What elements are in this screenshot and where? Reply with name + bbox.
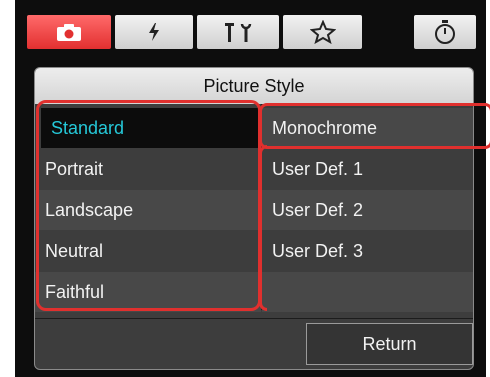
picture-style-panel: Picture Style Standard Portrait Landscap… [34, 67, 474, 370]
tools-icon [224, 21, 252, 43]
style-option-monochrome[interactable]: Monochrome [262, 108, 473, 148]
footer-divider [35, 318, 473, 319]
tab-setup[interactable] [197, 15, 279, 49]
style-option-portrait[interactable]: Portrait [35, 149, 261, 189]
style-option-standard[interactable]: Standard [41, 108, 259, 148]
style-option-user-def-3[interactable]: User Def. 3 [262, 231, 473, 271]
style-option-landscape[interactable]: Landscape [35, 190, 261, 230]
style-option-user-def-1[interactable]: User Def. 1 [262, 149, 473, 189]
panel-title: Picture Style [35, 68, 473, 104]
tab-shooting[interactable] [27, 15, 111, 49]
timer-icon [433, 19, 457, 45]
flash-icon [147, 22, 161, 42]
style-option-user-def-2[interactable]: User Def. 2 [262, 190, 473, 230]
tab-timer[interactable] [414, 15, 476, 49]
return-button[interactable]: Return [306, 323, 473, 365]
tab-my-menu[interactable] [283, 15, 362, 49]
style-option-faithful[interactable]: Faithful [35, 272, 261, 312]
star-icon [309, 20, 336, 44]
tab-flash[interactable] [115, 15, 193, 49]
style-option-neutral[interactable]: Neutral [35, 231, 261, 271]
camera-icon [56, 22, 82, 42]
style-option-empty [262, 272, 473, 312]
